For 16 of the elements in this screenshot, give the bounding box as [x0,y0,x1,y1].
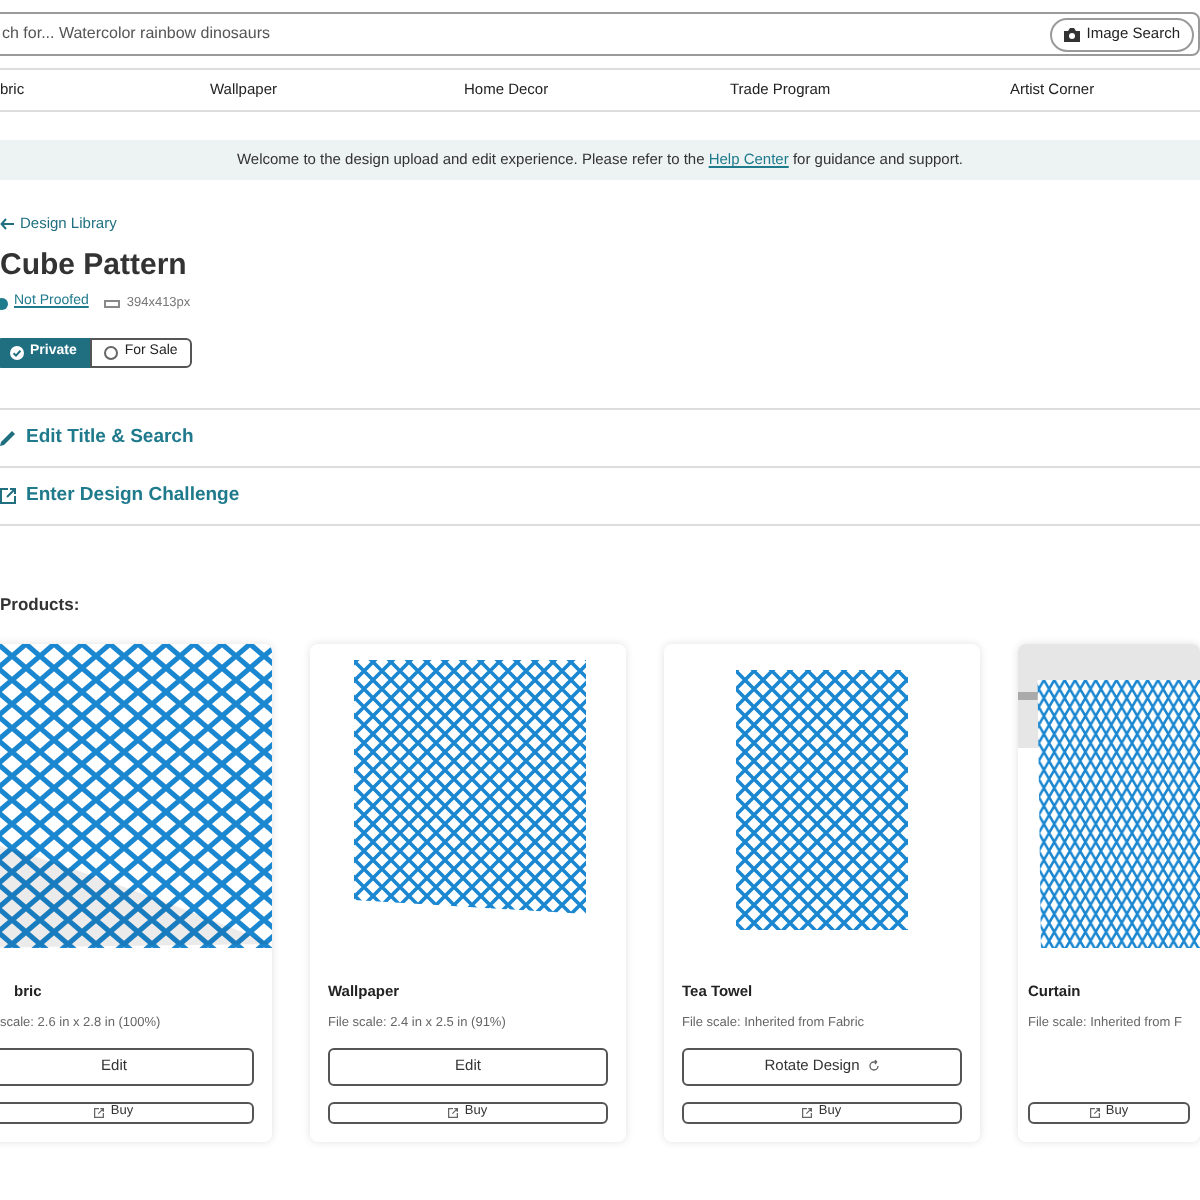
external-link-icon [0,487,16,504]
rotate-icon [867,1060,880,1072]
radio-circle-icon [104,345,119,360]
external-link-icon [1089,1107,1100,1117]
ruler-icon [104,299,121,307]
external-link-icon [94,1107,105,1117]
action-link[interactable]: Edit Title & Search [0,423,194,452]
external-link-icon [448,1107,459,1117]
left-arrow-icon [0,217,14,230]
check-circle-icon [10,345,24,360]
products-heading: Products: [0,591,82,617]
camera-icon [1064,27,1081,41]
external-link-icon [802,1107,813,1117]
action-link[interactable]: Enter Design Challenge [0,481,240,510]
design-title: Cube Pattern [0,246,189,287]
pencil-icon [0,429,16,446]
